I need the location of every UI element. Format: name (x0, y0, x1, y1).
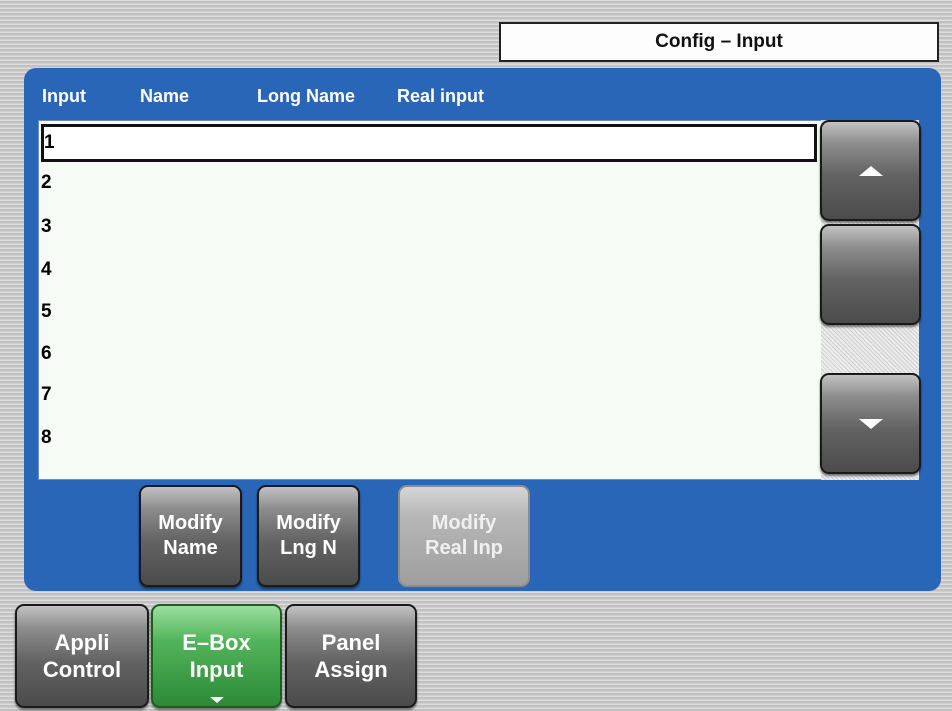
modify-name-label: Modify Name (158, 512, 223, 559)
page-title: Config – Input (499, 22, 939, 62)
triangle-up-icon (858, 165, 883, 176)
modify-long-name-button[interactable]: Modify Lng N (257, 485, 360, 587)
triangle-down-icon (858, 418, 883, 429)
row-input-number: 5 (41, 301, 52, 322)
modify-long-name-label: Modify Lng N (276, 512, 341, 559)
input-list: 1 2 3 4 5 6 7 8 (38, 120, 822, 480)
scroll-thumb[interactable] (820, 224, 921, 325)
list-row-3[interactable]: 3 (41, 208, 817, 246)
page-title-text: Config – Input (655, 31, 783, 52)
row-input-number: 3 (41, 216, 52, 237)
list-row-1[interactable]: 1 (41, 124, 817, 162)
scroll-up-button[interactable] (820, 120, 921, 221)
tab-e-box-input-label: E–Box Input (182, 629, 251, 683)
active-tab-indicator-icon (209, 697, 224, 703)
column-header-input: Input (42, 86, 86, 106)
modify-real-input-label: Modify Real Inp (425, 512, 503, 559)
list-row-2[interactable]: 2 (41, 164, 817, 202)
input-config-panel: Input Name Long Name Real input 1 2 3 4 … (24, 68, 941, 591)
list-row-6[interactable]: 6 (41, 335, 817, 373)
tab-appli-control[interactable]: Appli Control (15, 604, 149, 708)
row-input-number: 7 (41, 384, 52, 405)
tab-panel-assign[interactable]: Panel Assign (285, 604, 417, 708)
list-row-5[interactable]: 5 (41, 293, 817, 331)
tab-appli-control-label: Appli Control (42, 629, 122, 683)
tab-panel-assign-label: Panel Assign (314, 629, 388, 683)
list-row-7[interactable]: 7 (41, 376, 817, 414)
scroll-down-button[interactable] (820, 373, 921, 474)
row-input-number: 6 (41, 343, 52, 364)
column-header-real-input: Real input (397, 86, 485, 106)
row-input-number: 2 (41, 172, 52, 193)
list-row-4[interactable]: 4 (41, 251, 817, 289)
modify-name-button[interactable]: Modify Name (139, 485, 242, 587)
row-input-number: 1 (44, 132, 55, 153)
column-header-long-name: Long Name (257, 86, 356, 106)
tab-e-box-input[interactable]: E–Box Input (151, 604, 282, 708)
row-input-number: 4 (41, 259, 52, 280)
column-header-name: Name (140, 86, 190, 106)
list-row-8[interactable]: 8 (41, 419, 817, 457)
row-input-number: 8 (41, 427, 52, 448)
modify-real-input-button: Modify Real Inp (398, 485, 530, 587)
